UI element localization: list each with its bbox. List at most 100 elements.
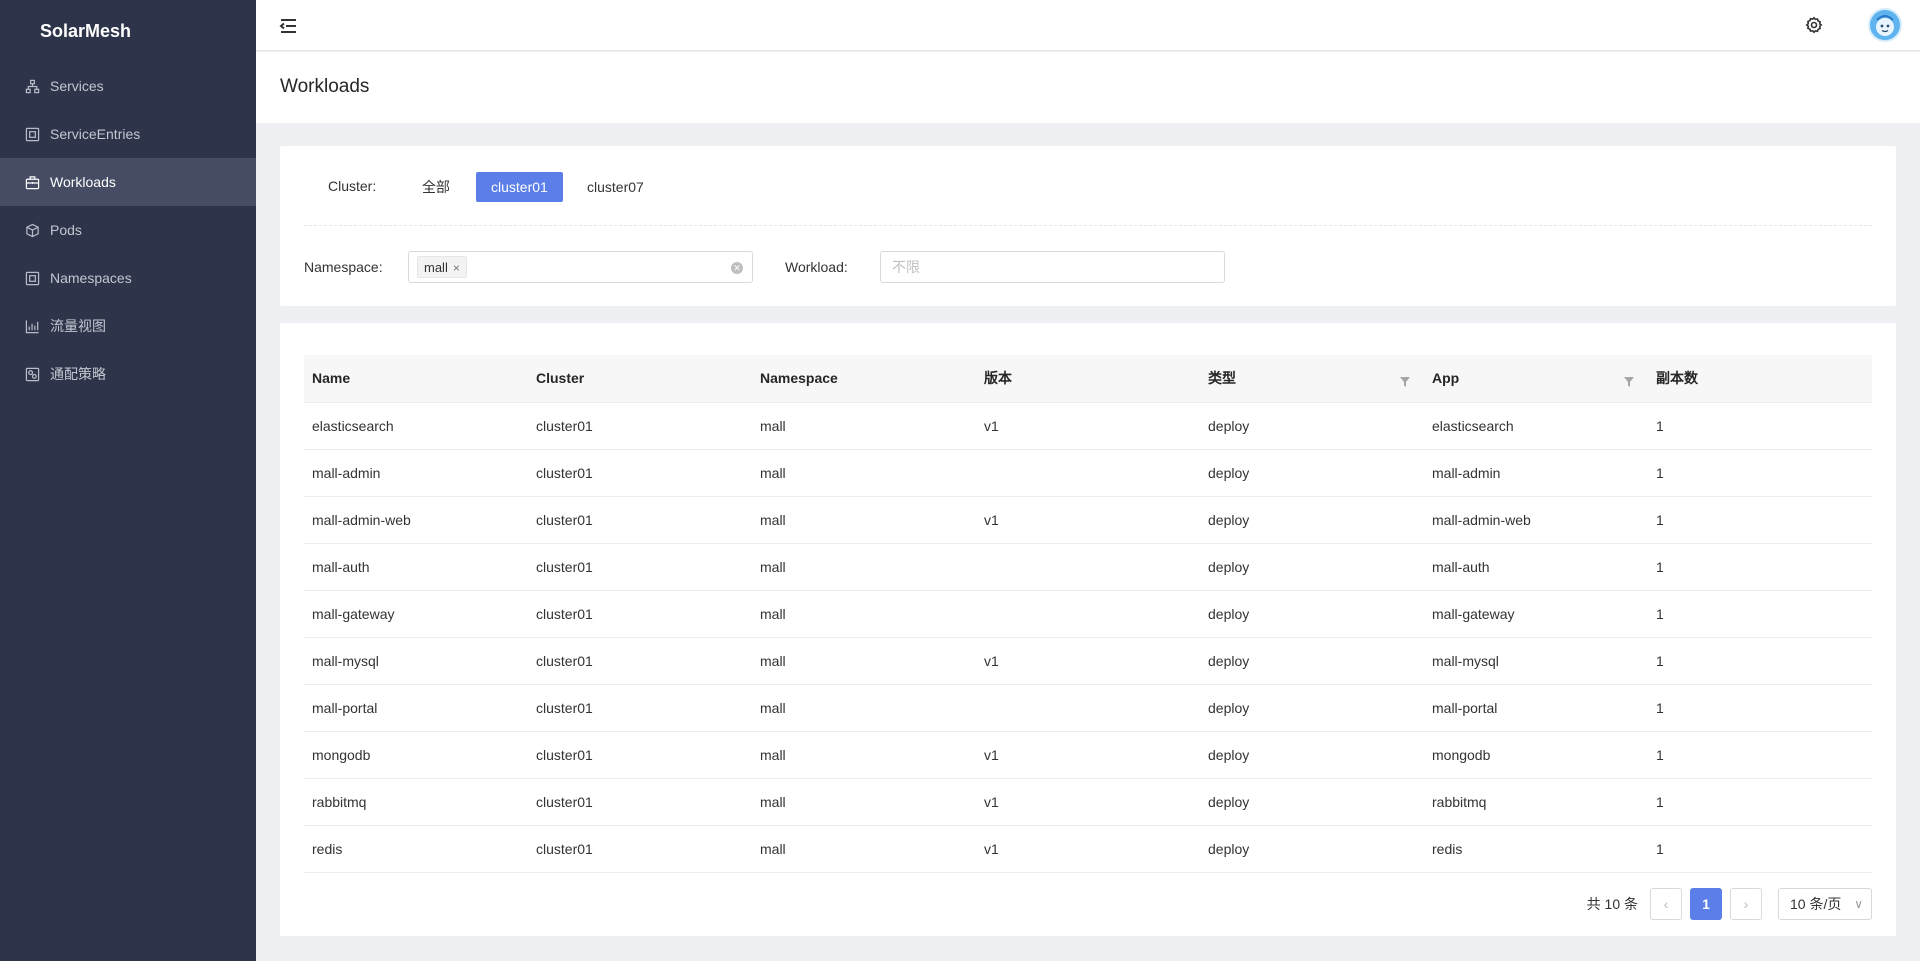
table-row[interactable]: mall-auth cluster01 mall deploy mall-auth 1 <box>304 543 1872 591</box>
cell-namespace: mall <box>752 496 976 544</box>
cell-cluster: cluster01 <box>528 825 752 873</box>
namespace-label: Namespace: <box>304 259 383 275</box>
cell-type: deploy <box>1200 543 1424 591</box>
cell-app: mall-auth <box>1424 543 1648 591</box>
column-header-label: 类型 <box>1208 370 1236 387</box>
bar-chart-icon <box>24 318 40 334</box>
page-size-select[interactable]: 10 条/页 ∨ <box>1778 888 1872 920</box>
column-header-namespace: Namespace <box>752 355 976 403</box>
table-row[interactable]: redis cluster01 mall v1 deploy redis 1 <box>304 825 1872 873</box>
cell-version: v1 <box>976 778 1200 826</box>
namespace-icon <box>24 270 40 286</box>
cell-app: redis <box>1424 825 1648 873</box>
prev-page-button[interactable]: ‹ <box>1650 888 1682 920</box>
cell-type: deploy <box>1200 684 1424 732</box>
sidebar-item-label: Pods <box>50 222 82 238</box>
briefcase-icon <box>24 174 40 190</box>
table-row[interactable]: mall-gateway cluster01 mall deploy mall-gate… <box>304 590 1872 638</box>
table-row[interactable]: elasticsearch cluster01 mall v1 deploy elasti… <box>304 402 1872 450</box>
cluster-option-cluster01[interactable]: cluster01 <box>476 172 563 202</box>
table-row[interactable]: mall-admin-web cluster01 mall v1 deploy mall-… <box>304 496 1872 544</box>
cell-app: mall-portal <box>1424 684 1648 732</box>
pagination-total: 共 10 条 <box>1586 896 1638 912</box>
policy-icon <box>24 366 40 382</box>
namespace-tag-label: mall <box>424 260 448 275</box>
table-row[interactable]: mall-admin cluster01 mall deploy mall-admin 1 <box>304 449 1872 497</box>
sidebar-item-namespaces[interactable]: Namespaces <box>0 254 256 302</box>
next-page-button[interactable]: › <box>1730 888 1762 920</box>
cluster-label: Cluster: <box>328 178 377 194</box>
column-header-label: 版本 <box>984 370 1012 387</box>
column-header-label: App <box>1432 370 1460 387</box>
cell-name: mall-mysql <box>304 637 528 685</box>
sidebar-item-policy[interactable]: 通配策略 <box>0 350 256 398</box>
sidebar-item-label: Services <box>50 78 104 94</box>
filter-icon[interactable] <box>1624 374 1634 387</box>
cell-cluster: cluster01 <box>528 637 752 685</box>
cell-app: elasticsearch <box>1424 402 1648 450</box>
cell-namespace: mall <box>752 684 976 732</box>
cell-name: mall-admin-web <box>304 496 528 544</box>
cell-replicas: 1 <box>1648 496 1872 544</box>
table-row[interactable]: mall-mysql cluster01 mall v1 deploy mall-mysq… <box>304 637 1872 685</box>
table-header-row: Name Cluster Namespace 版本 类型 App 副本数 <box>304 355 1872 403</box>
column-header-version: 版本 <box>976 355 1200 403</box>
cell-type: deploy <box>1200 402 1424 450</box>
cell-cluster: cluster01 <box>528 778 752 826</box>
cell-cluster: cluster01 <box>528 496 752 544</box>
cell-app: rabbitmq <box>1424 778 1648 826</box>
table-row[interactable]: mall-portal cluster01 mall deploy mall-porta… <box>304 684 1872 732</box>
page-number-button[interactable]: 1 <box>1690 888 1722 920</box>
namespace-tag: mall × <box>417 256 467 278</box>
sidebar-item-label: ServiceEntries <box>50 126 141 142</box>
cell-namespace: mall <box>752 449 976 497</box>
sidebar-item-workloads[interactable]: Workloads <box>0 158 256 206</box>
page-title: Workloads <box>280 76 370 97</box>
workloads-table-panel: Name Cluster Namespace 版本 类型 App 副本数 ela… <box>280 323 1896 936</box>
cell-version <box>976 449 1200 497</box>
cell-type: deploy <box>1200 449 1424 497</box>
sidebar-item-pods[interactable]: Pods <box>0 206 256 254</box>
namespace-select[interactable]: mall × ✕ <box>408 251 753 283</box>
cell-version: v1 <box>976 402 1200 450</box>
cluster-option-cluster07[interactable]: cluster07 <box>572 172 659 202</box>
menu-fold-icon[interactable] <box>278 16 298 36</box>
cell-version <box>976 543 1200 591</box>
cell-name: mall-gateway <box>304 590 528 638</box>
sitemap-icon <box>24 78 40 94</box>
cell-type: deploy <box>1200 590 1424 638</box>
cell-version <box>976 684 1200 732</box>
cell-version: v1 <box>976 496 1200 544</box>
sidebar-item-label: Workloads <box>50 174 116 190</box>
sidebar-item-serviceentries[interactable]: ServiceEntries <box>0 110 256 158</box>
filter-icon[interactable] <box>1400 374 1410 387</box>
top-bar <box>256 0 1920 51</box>
cell-type: deploy <box>1200 637 1424 685</box>
workload-label: Workload: <box>785 259 848 275</box>
cell-namespace: mall <box>752 778 976 826</box>
cell-namespace: mall <box>752 731 976 779</box>
page-header: Workloads <box>256 52 1920 123</box>
cell-cluster: cluster01 <box>528 543 752 591</box>
clear-icon[interactable]: ✕ <box>731 262 743 274</box>
sidebar-item-services[interactable]: Services <box>0 62 256 110</box>
table-row[interactable]: rabbitmq cluster01 mall v1 deploy rabbitmq 1 <box>304 778 1872 826</box>
table-row[interactable]: mongodb cluster01 mall v1 deploy mongodb 1 <box>304 731 1872 779</box>
user-avatar[interactable] <box>1868 8 1902 42</box>
workload-input[interactable] <box>880 251 1225 283</box>
cell-name: mall-auth <box>304 543 528 591</box>
sidebar-item-traffic-view[interactable]: 流量视图 <box>0 302 256 350</box>
cell-cluster: cluster01 <box>528 590 752 638</box>
cell-type: deploy <box>1200 496 1424 544</box>
filter-panel: Cluster: 全部 cluster01 cluster07 Namespac… <box>280 146 1896 306</box>
app-brand: SolarMesh <box>40 21 132 41</box>
column-header-app: App <box>1424 355 1648 403</box>
settings-gear-icon[interactable] <box>1805 16 1823 34</box>
cell-name: elasticsearch <box>304 402 528 450</box>
tag-close-icon[interactable]: × <box>453 261 460 275</box>
sidebar-item-label: Namespaces <box>50 270 132 286</box>
cell-app: mongodb <box>1424 731 1648 779</box>
cluster-option-all[interactable]: 全部 <box>407 172 465 202</box>
cell-cluster: cluster01 <box>528 731 752 779</box>
entry-icon <box>24 126 40 142</box>
